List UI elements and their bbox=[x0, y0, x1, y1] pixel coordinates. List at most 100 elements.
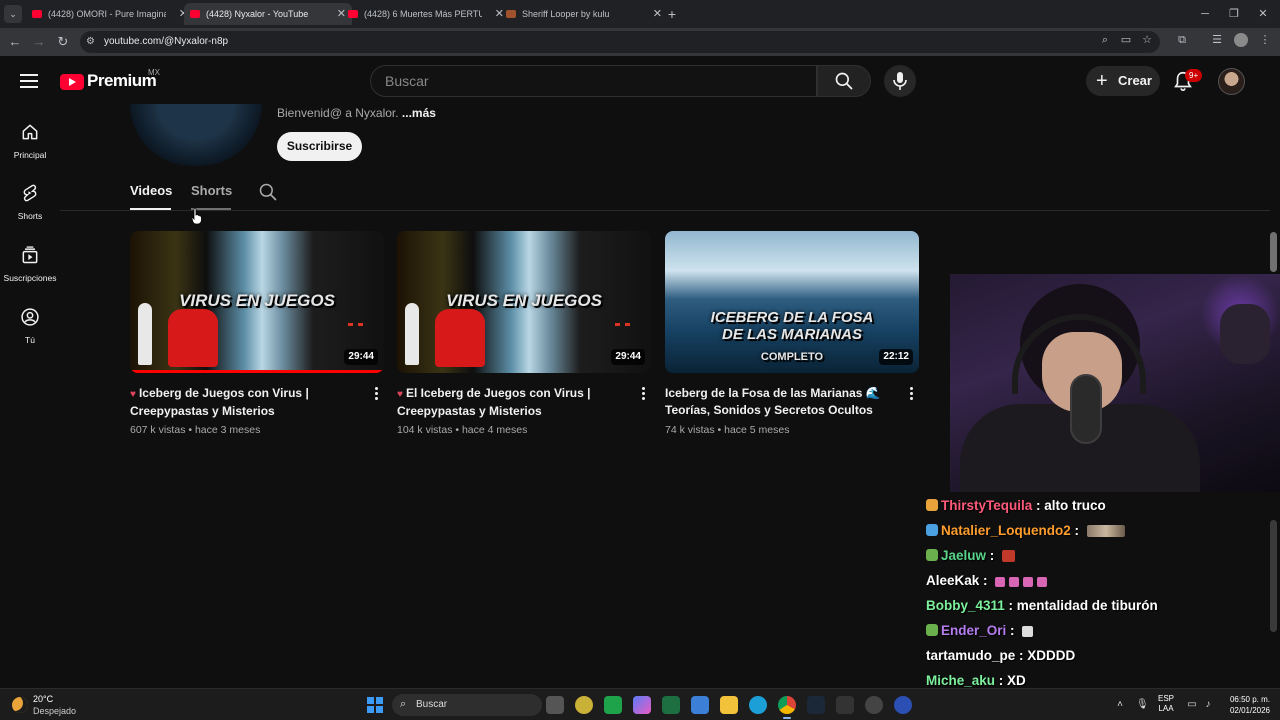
browser-tab-nyxalor[interactable]: (4428) Nyxalor - YouTube ✕ bbox=[184, 3, 352, 25]
channel-description[interactable]: Bienvenid@ a Nyxalor. ...más bbox=[277, 106, 436, 120]
address-bar[interactable]: ⚙ youtube.com/@Nyxalor-n8p bbox=[80, 31, 1160, 53]
video-duration: 29:44 bbox=[344, 349, 378, 365]
channel-avatar[interactable] bbox=[130, 104, 262, 166]
network-icon[interactable]: ▭ bbox=[1186, 698, 1198, 712]
webcam-microphone bbox=[1070, 374, 1102, 444]
channel-search-icon[interactable] bbox=[258, 182, 278, 202]
windows-start-icon[interactable] bbox=[367, 697, 383, 713]
guide-item-subscriptions[interactable]: Suscripciones bbox=[0, 245, 60, 301]
voice-search-button[interactable] bbox=[884, 65, 916, 97]
video-title[interactable]: ♥ El Iceberg de Juegos con Virus | Creepy… bbox=[397, 385, 633, 420]
weather-description[interactable]: Despejado bbox=[33, 706, 76, 716]
hamburger-menu-icon[interactable] bbox=[20, 73, 40, 89]
zoom-icon[interactable]: ⌕ bbox=[1098, 33, 1112, 47]
system-clock[interactable]: 06:50 p. m. 02/01/2026 bbox=[1222, 694, 1270, 716]
app-icon[interactable] bbox=[865, 696, 883, 714]
guide-item-shorts[interactable]: Shorts bbox=[0, 183, 60, 239]
hand-cursor-icon bbox=[191, 207, 202, 225]
edge-icon[interactable] bbox=[749, 696, 767, 714]
search-input[interactable] bbox=[385, 66, 805, 96]
tab-shorts[interactable]: Shorts bbox=[191, 183, 232, 198]
thumbnail-eyes bbox=[615, 323, 633, 327]
chat-emote-icon bbox=[1002, 550, 1016, 562]
microphone-icon bbox=[893, 72, 907, 90]
app-icon[interactable] bbox=[836, 696, 854, 714]
search-button[interactable] bbox=[817, 65, 871, 97]
plus-icon: + bbox=[1096, 70, 1108, 92]
more-actions-icon[interactable] bbox=[637, 386, 651, 402]
account-avatar[interactable] bbox=[1218, 68, 1245, 95]
microphone-tray-icon[interactable]: 🎙 bbox=[1136, 698, 1149, 712]
tab-close-icon[interactable]: ✕ bbox=[653, 3, 662, 25]
chrome-icon[interactable] bbox=[778, 696, 796, 719]
bookmark-star-icon[interactable]: ☆ bbox=[1140, 33, 1154, 47]
page-scrollbar-track[interactable] bbox=[1270, 520, 1277, 632]
copilot-icon[interactable] bbox=[633, 696, 651, 714]
video-title[interactable]: ♥ Iceberg de Juegos con Virus | Creepypas… bbox=[130, 385, 366, 420]
tab-videos[interactable]: Videos bbox=[130, 183, 172, 198]
close-window-icon[interactable]: ✕ bbox=[1248, 4, 1278, 24]
profile-icon[interactable] bbox=[1234, 33, 1248, 47]
app-icon[interactable] bbox=[575, 696, 593, 714]
heart-icon: ♥ bbox=[397, 389, 403, 400]
youtube-logo-icon[interactable] bbox=[60, 74, 84, 90]
weather-moon-icon[interactable] bbox=[12, 697, 28, 713]
more-actions-icon[interactable] bbox=[370, 386, 384, 402]
subscribe-button[interactable]: Suscribirse bbox=[277, 132, 362, 161]
chat-separator: : bbox=[1004, 598, 1017, 613]
browser-tab-muertes[interactable]: (4428) 6 Muertes Más PERTURBADORAS ✕ bbox=[342, 3, 510, 25]
youtube-brand[interactable]: Premium bbox=[87, 71, 157, 91]
chat-username: tartamudo_pe bbox=[926, 648, 1016, 663]
weather-temperature[interactable]: 20°C bbox=[33, 694, 53, 704]
cast-icon[interactable]: ▭ bbox=[1119, 33, 1133, 47]
steam-icon[interactable] bbox=[807, 696, 825, 714]
more-actions-icon[interactable] bbox=[905, 386, 919, 402]
video-thumbnail[interactable]: VIRUS EN JUEGOS 29:44 bbox=[397, 231, 651, 373]
tray-chevron-icon[interactable]: ˄ bbox=[1114, 698, 1126, 712]
video-thumbnail[interactable]: ICEBERG DE LA FOSA DE LAS MARIANAS COMPL… bbox=[665, 231, 919, 373]
input-language[interactable]: ESP LAA bbox=[1158, 694, 1174, 714]
file-explorer-icon[interactable] bbox=[720, 696, 738, 714]
store-icon[interactable] bbox=[691, 696, 709, 714]
restore-icon[interactable]: ❐ bbox=[1219, 4, 1249, 24]
task-view-icon[interactable] bbox=[546, 696, 564, 714]
browser-tab-sheriff[interactable]: Sheriff Looper by kulu ✕ bbox=[500, 3, 668, 25]
app-icon[interactable] bbox=[894, 696, 912, 714]
video-title[interactable]: Iceberg de la Fosa de las Marianas 🌊 Teo… bbox=[665, 385, 901, 419]
video-card[interactable]: VIRUS EN JUEGOS 29:44 ♥ Iceberg de Juegos… bbox=[130, 231, 384, 441]
search-icon bbox=[835, 72, 853, 90]
chat-separator: : bbox=[1006, 623, 1019, 638]
video-card[interactable]: ICEBERG DE LA FOSA DE LAS MARIANAS COMPL… bbox=[665, 231, 919, 441]
new-tab-button[interactable]: + bbox=[664, 4, 680, 24]
chat-separator: : bbox=[1032, 498, 1045, 513]
create-button[interactable]: + Crear bbox=[1086, 66, 1160, 96]
reload-icon[interactable]: ↻ bbox=[54, 33, 72, 51]
windows-taskbar: 20°C Despejado ⌕ Buscar ˄ 🎙 ESP LAA ▭ ♪ … bbox=[0, 688, 1280, 720]
video-card[interactable]: VIRUS EN JUEGOS 29:44 ♥ El Iceberg de Jue… bbox=[397, 231, 651, 441]
taskbar-search[interactable]: ⌕ Buscar bbox=[392, 694, 542, 716]
screen: ⌄ (4428) OMORI - Pure Imagination ✕ (442… bbox=[0, 0, 1280, 720]
youtube-masthead: Premium MX + Crear 9+ bbox=[0, 56, 1280, 106]
chat-separator: : bbox=[995, 673, 1008, 688]
reading-list-icon[interactable]: ☰ bbox=[1210, 33, 1224, 47]
guide-item-home[interactable]: Principal bbox=[0, 122, 60, 178]
minimize-icon[interactable]: ─ bbox=[1190, 4, 1220, 24]
forward-arrow-icon[interactable]: → bbox=[30, 33, 48, 51]
chat-message-text: XD bbox=[1007, 673, 1026, 688]
volume-icon[interactable]: ♪ bbox=[1202, 698, 1214, 712]
back-arrow-icon[interactable]: ← bbox=[6, 33, 24, 51]
tab-search-button[interactable]: ⌄ bbox=[4, 5, 22, 23]
excel-icon[interactable] bbox=[662, 696, 680, 714]
guide-item-you[interactable]: Tú bbox=[0, 307, 60, 363]
more-link[interactable]: ...más bbox=[402, 106, 436, 120]
streamer-webcam bbox=[950, 274, 1280, 492]
clock-date: 02/01/2026 bbox=[1229, 706, 1270, 715]
browser-menu-icon[interactable]: ⋮ bbox=[1258, 33, 1272, 47]
site-info-icon[interactable]: ⚙ bbox=[86, 36, 98, 48]
extensions-icon[interactable]: ⧉ bbox=[1175, 33, 1189, 47]
browser-tab-omori[interactable]: (4428) OMORI - Pure Imagination ✕ bbox=[26, 3, 194, 25]
video-thumbnail[interactable]: VIRUS EN JUEGOS 29:44 bbox=[130, 231, 384, 373]
url-text[interactable]: youtube.com/@Nyxalor-n8p bbox=[104, 31, 228, 53]
page-scrollbar-thumb[interactable] bbox=[1270, 232, 1277, 272]
app-icon[interactable] bbox=[604, 696, 622, 714]
